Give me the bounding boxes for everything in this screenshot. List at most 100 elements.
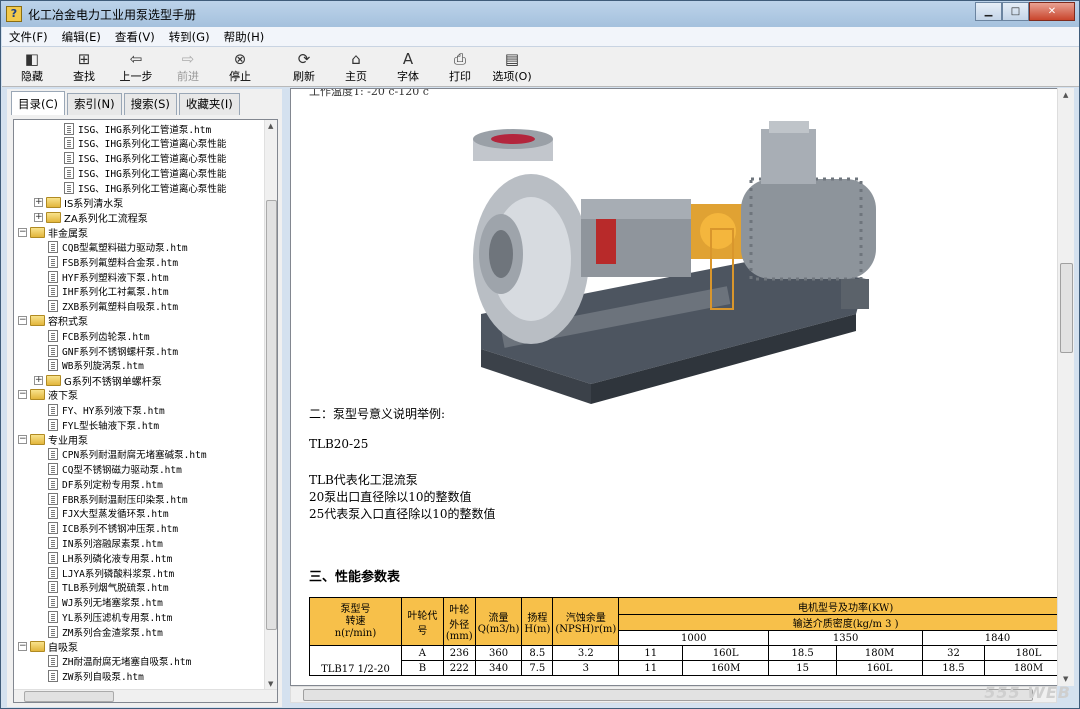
tree-page-item[interactable]: LH系列磷化液专用泵.htm (48, 550, 172, 565)
menu-help[interactable]: 帮助(H) (217, 29, 272, 45)
toolbar-button-back-arrow[interactable]: ⇦ 上一步 (110, 47, 162, 87)
toolbar-button-font[interactable]: A 字体 (382, 47, 434, 87)
tree-folder-item[interactable]: − 液下泵 (18, 387, 78, 402)
tree-page-item[interactable]: WB系列旋涡泵.htm (48, 358, 144, 373)
tree-page-item[interactable]: ICB系列不锈钢冲压泵.htm (48, 521, 178, 536)
page-icon (64, 152, 74, 165)
tree-horizontal-scrollbar[interactable] (14, 689, 277, 702)
tree-page-item[interactable]: WJ系列无堵塞浆泵.htm (48, 595, 163, 610)
tree-page-item[interactable]: FCB系列齿轮泵.htm (48, 328, 150, 343)
tab-favorites[interactable]: 收藏夹(I) (178, 93, 240, 115)
menu-edit[interactable]: 编辑(E) (55, 29, 108, 45)
content-vertical-thumb[interactable] (1060, 263, 1073, 353)
collapse-icon[interactable]: − (18, 642, 27, 651)
page-icon (48, 566, 58, 579)
tree-folder-item[interactable]: + G系列不锈钢单螺杆泵 (34, 373, 162, 388)
menu-goto[interactable]: 转到(G) (162, 29, 217, 45)
toolbar-button-refresh[interactable]: ⟳ 刷新 (278, 47, 330, 87)
toolbar-button-print[interactable]: ⎙ 打印 (434, 47, 486, 87)
menu-file[interactable]: 文件(F) (2, 29, 55, 45)
tree-page-item[interactable]: ISG、IHG系列化工管道泵.htm (64, 121, 211, 136)
tree-page-item[interactable]: TLB系列烟气脱硫泵.htm (48, 580, 169, 595)
tree-page-item[interactable]: ZXB系列氟塑料自吸泵.htm (48, 299, 178, 314)
tree-item-label: GNF系列不锈钢螺杆泵.htm (62, 346, 179, 358)
folder-icon (46, 211, 61, 223)
tree-page-item[interactable]: YL系列压滤机专用泵.htm (48, 609, 172, 624)
content-horizontal-scrollbar[interactable] (290, 686, 1057, 703)
tree-vertical-thumb[interactable] (266, 200, 277, 630)
collapse-icon[interactable]: − (18, 227, 27, 237)
tree-item-label: YL系列压滤机专用泵.htm (62, 612, 173, 624)
collapse-icon[interactable]: − (18, 390, 27, 400)
tree-page-item[interactable]: ZW系列自吸泵.htm (48, 669, 144, 684)
tree-folder-item[interactable]: − 容积式泵 (18, 313, 88, 328)
table-cell: 222 (442, 660, 476, 676)
table-cell: 32 (922, 645, 985, 661)
tree-page-item[interactable]: ISG、IHG系列化工管道离心泵性能 (64, 136, 226, 151)
toolbar-label: 刷新 (293, 70, 315, 83)
tree-page-item[interactable]: FYL型长轴液下泵.htm (48, 417, 159, 432)
tab-contents[interactable]: 目录(C) (11, 91, 66, 115)
title-bar: ? 化工冶金电力工业用泵选型手册 ▁ □ ✕ (1, 1, 1079, 27)
tab-index[interactable]: 索引(N) (67, 93, 122, 115)
tree-page-item[interactable]: ISG、IHG系列化工管道离心泵性能 (64, 180, 226, 195)
tree-page-item[interactable]: HYF系列塑料液下泵.htm (48, 269, 169, 284)
expand-icon[interactable]: + (34, 198, 43, 207)
tree-folder-item[interactable]: − 非金属泵 (18, 225, 88, 240)
collapse-icon[interactable]: − (18, 434, 27, 444)
tree-items: ISG、IHG系列化工管道泵.htm ISG、IHG系列化工管道离心泵性能 ISG、… (14, 120, 264, 690)
tree-folder-item[interactable]: − 专业用泵 (18, 432, 88, 447)
tree-page-item[interactable]: IN系列溶融尿素泵.htm (48, 535, 163, 550)
content-horizontal-thumb[interactable] (303, 689, 1033, 701)
tree-page-item[interactable]: ISG、IHG系列化工管道离心泵性能 (64, 151, 226, 166)
tree-page-item[interactable]: FY、HY系列液下泵.htm (48, 402, 165, 417)
expand-icon[interactable]: + (34, 375, 43, 385)
tree-page-item[interactable]: LJYA系列磷酸料浆泵.htm (48, 565, 174, 580)
tree-horizontal-thumb[interactable] (24, 691, 114, 702)
scroll-up-icon[interactable]: ▲ (268, 122, 273, 130)
tree-page-item[interactable]: FJX大型蒸发循环泵.htm (48, 506, 169, 521)
menu-view[interactable]: 查看(V) (108, 29, 162, 45)
page-icon (48, 329, 58, 342)
tab-search[interactable]: 搜索(S) (123, 93, 177, 115)
content-vertical-scrollbar[interactable]: ▲ ▼ (1057, 88, 1074, 686)
help-file-icon[interactable]: ? (6, 6, 22, 22)
tree-page-item[interactable]: ISG、IHG系列化工管道离心泵性能 (64, 165, 226, 180)
tree-page-item[interactable]: FBR系列耐温耐压印染泵.htm (48, 491, 188, 506)
toolbar-button-locate[interactable]: ⊞ 查找 (58, 47, 110, 87)
options-icon: ▤ (504, 50, 520, 68)
tree-page-item[interactable]: GNF系列不锈钢螺杆泵.htm (48, 343, 178, 358)
tree-page-item[interactable]: CQB型氟塑料磁力驱动泵.htm (48, 239, 188, 254)
minimize-button[interactable]: ▁ (975, 2, 1002, 21)
tree-page-item[interactable]: FSB系列氟塑料合金泵.htm (48, 254, 178, 269)
scroll-down-icon[interactable]: ▼ (268, 680, 273, 688)
scroll-up-icon[interactable]: ▲ (1063, 91, 1068, 99)
tree-folder-item[interactable]: + ZA系列化工流程泵 (34, 210, 148, 225)
section2-title: 二：泵型号意义说明举例: (309, 407, 446, 421)
tree-vertical-scrollbar[interactable]: ▲ ▼ (264, 120, 277, 690)
toolbar-button-forward-arrow[interactable]: ⇨ 前进 (162, 47, 214, 87)
tree-page-item[interactable]: IHF系列化工衬氟泵.htm (48, 284, 169, 299)
toolbar-button-home[interactable]: ⌂ 主页 (330, 47, 382, 87)
collapse-icon[interactable]: − (18, 316, 27, 326)
maximize-button[interactable]: □ (1002, 2, 1029, 21)
close-button[interactable]: ✕ (1029, 2, 1075, 21)
tree-item-label: CQ型不锈钢磁力驱动泵.htm (62, 464, 182, 476)
scroll-down-icon[interactable]: ▼ (1063, 675, 1068, 683)
expand-icon[interactable]: + (34, 212, 43, 222)
tree-folder-item[interactable]: + IS系列清水泵 (34, 195, 123, 210)
table-cell: 236 (442, 645, 476, 661)
header-impeller-diameter: 叶轮外径(mm) (442, 597, 476, 646)
toolbar-button-options[interactable]: ▤ 选项(O) (486, 47, 538, 87)
tree-page-item[interactable]: ZM系列合金渣浆泵.htm (48, 624, 163, 639)
tree-page-item[interactable]: DF系列定粉专用泵.htm (48, 476, 163, 491)
pane-splitter[interactable] (283, 89, 289, 707)
header-impeller-code: 叶轮代号 (400, 597, 444, 646)
tree-item-label: 液下泵 (48, 391, 78, 403)
toolbar-button-stop[interactable]: ⊗ 停止 (214, 47, 266, 87)
tree-page-item[interactable]: CPN系列耐温耐腐无堵塞碱泵.htm (48, 447, 207, 462)
tree-folder-item[interactable]: − 自吸泵 (18, 639, 78, 654)
toolbar-button-hide-pane[interactable]: ◧ 隐藏 (6, 47, 58, 87)
tree-page-item[interactable]: ZH耐温耐腐无堵塞自吸泵.htm (48, 654, 191, 669)
tree-page-item[interactable]: CQ型不锈钢磁力驱动泵.htm (48, 461, 182, 476)
